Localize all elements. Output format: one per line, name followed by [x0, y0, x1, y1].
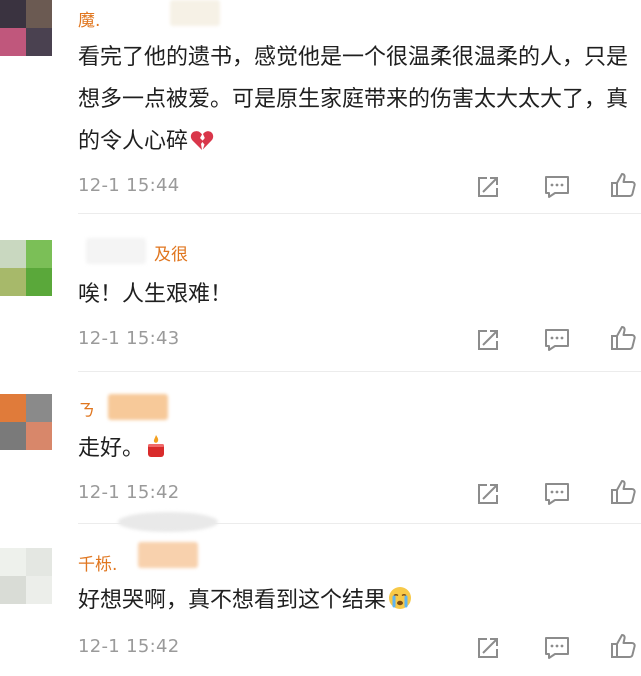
blurred-username-part	[86, 238, 146, 264]
timestamp: 12-1 15:42	[78, 636, 180, 657]
username[interactable]: 及很	[154, 240, 188, 265]
username[interactable]: 魔.	[78, 6, 100, 31]
comment-item: 及很 唉！人生艰难！ 12-1 15:43	[0, 214, 641, 372]
broken-heart-icon	[190, 124, 214, 166]
like-icon[interactable]	[609, 632, 637, 660]
timestamp: 12-1 15:44	[78, 175, 180, 196]
username[interactable]: 千栎.	[78, 550, 117, 575]
share-icon[interactable]	[474, 634, 502, 662]
comment-icon[interactable]	[543, 634, 571, 662]
avatar[interactable]	[0, 240, 52, 296]
comment-text: 好想哭啊，真不想看到这个结果	[78, 580, 628, 625]
crying-face-icon	[388, 583, 412, 625]
like-icon[interactable]	[609, 478, 637, 506]
blurred-username-part	[138, 542, 198, 568]
blurred-username-part	[108, 394, 168, 420]
share-icon[interactable]	[474, 326, 502, 354]
like-icon[interactable]	[609, 171, 637, 199]
share-icon[interactable]	[474, 480, 502, 508]
avatar[interactable]	[0, 548, 52, 604]
avatar[interactable]	[0, 0, 52, 56]
comment-text: 看完了他的遗书，感觉他是一个很温柔很温柔的人，只是想多一点被爱。可是原生家庭带来…	[78, 37, 628, 166]
timestamp: 12-1 15:42	[78, 482, 180, 503]
blurred-username-part	[170, 0, 220, 26]
avatar[interactable]	[0, 394, 52, 450]
share-icon[interactable]	[474, 173, 502, 201]
like-icon[interactable]	[609, 324, 637, 352]
comment-icon[interactable]	[543, 480, 571, 508]
comment-item: 千栎. 好想哭啊，真不想看到这个结果 12-1 15:42	[0, 512, 641, 676]
comment-icon[interactable]	[543, 173, 571, 201]
comment-text: 唉！人生艰难！	[78, 282, 233, 307]
comment-text: 走好。	[78, 428, 628, 473]
comment-item: ㄋ 走好。 12-1 15:42	[0, 372, 641, 524]
comment-icon[interactable]	[543, 326, 571, 354]
username[interactable]: ㄋ	[78, 396, 95, 421]
candle-icon	[146, 431, 166, 473]
timestamp: 12-1 15:43	[78, 328, 180, 349]
blurred-username-part	[118, 512, 218, 532]
comment-item: 魔. 看完了他的遗书，感觉他是一个很温柔很温柔的人，只是想多一点被爱。可是原生家…	[0, 0, 641, 214]
